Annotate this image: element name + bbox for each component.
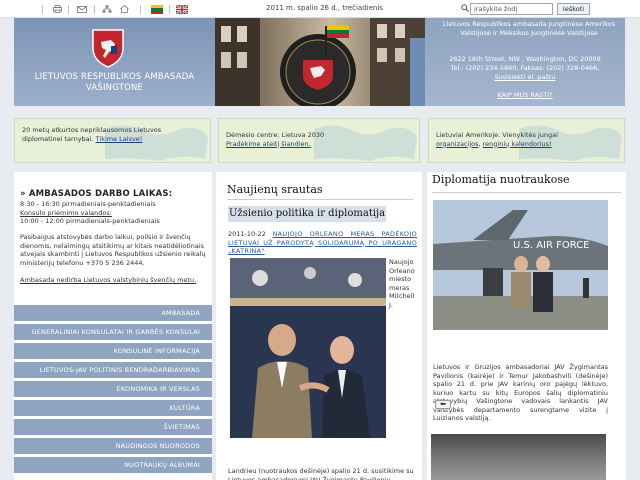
- next-photo-preview[interactable]: [431, 434, 606, 480]
- divider: [42, 5, 43, 14]
- menu-item-ambasada[interactable]: AMBASADA: [14, 305, 212, 321]
- banner-link[interactable]: Pradėkime ateitį šiandien.: [226, 140, 406, 149]
- search-button[interactable]: Ieškoti: [557, 3, 590, 15]
- emergency-info: Pasibaigus atstovybės darbo laikui, poil…: [20, 233, 206, 267]
- sitemap-icon[interactable]: [102, 4, 112, 14]
- phone-line: Tel.: (202) 234-5860, Faksas: (202) 328-…: [450, 64, 600, 72]
- search-input[interactable]: [470, 3, 553, 15]
- diplomacy-photo[interactable]: U.S. AIR FORCE: [433, 200, 608, 330]
- find-us-link[interactable]: KAIP MUS RASTI?: [425, 91, 625, 99]
- news-photo-caption: Naujojo Orleano miesto meras Mitchell J.: [389, 258, 415, 309]
- print-icon[interactable]: [52, 4, 62, 14]
- news-section-title[interactable]: Užsienio politika ir diplomatija: [228, 206, 386, 222]
- header: LIETUVOS RESPUBLIKOS AMBASADA VAŠINGTONE…: [14, 18, 625, 106]
- banner-link[interactable]: Tikime Laisve!: [96, 135, 143, 143]
- aircraft-marking: U.S. AIR FORCE: [513, 240, 590, 251]
- photo-caption: Lietuvos ir Gruzijos ambasadoriai JAV Žy…: [433, 363, 608, 422]
- menu-item-economy[interactable]: EKONOMIKA IR VERSLAS: [14, 381, 212, 397]
- news-photo[interactable]: [230, 258, 386, 438]
- banner-text: Dėmesio centre: Lietuva 2030: [226, 131, 325, 139]
- office-hours-line: 8:30 - 16:30 pirmadieniais-penktadieniai…: [20, 200, 156, 208]
- menu-item-photo-albums[interactable]: NUOTRAUKŲ ALBUMAI: [14, 457, 212, 473]
- embassy-full-title: Lietuvos Respublikos ambasada Jungtinėse…: [442, 20, 616, 37]
- embassy-logo-area[interactable]: LIETUVOS RESPUBLIKOS AMBASADA VAŠINGTONE: [14, 18, 215, 106]
- contact-info: Lietuvos Respublikos ambasada Jungtinėse…: [425, 18, 625, 106]
- top-bar: 2011 m. spalio 26 d., trečiadienis Ieško…: [0, 0, 640, 18]
- news-headline: 2011-10-22 NAUJOJO ORLEANO MERAS PADĖKOJ…: [228, 230, 417, 256]
- divider: [169, 5, 170, 14]
- banner-lithuanians-in-america[interactable]: Lietuviai Amerikoje. Vienykitės jungai or…: [428, 118, 625, 163]
- menu-item-useful-links[interactable]: NAUDINGOS NUORODOS: [14, 438, 212, 454]
- menu-item-consular-info[interactable]: KONSULINĖ INFORMACIJA: [14, 343, 212, 359]
- flag-us-icon[interactable]: [175, 4, 189, 15]
- address-line: 2622 16th Street, NW , Washington, DC 20…: [449, 55, 601, 63]
- previous-photo-button[interactable]: ⬅: [435, 400, 451, 409]
- coat-of-arms-icon: [92, 29, 124, 68]
- divider: [68, 5, 69, 14]
- divider: [227, 199, 413, 200]
- news-column: Naujienų srautas Užsienio politika ir di…: [216, 172, 422, 480]
- office-hours-title: » AMBASADOS DARBO LAIKAS:: [20, 189, 173, 199]
- menu-item-political-cooperation[interactable]: LIETUVOS-JAV POLITINIS BENDRADARBIAVIMAS: [14, 362, 212, 378]
- banner-independence[interactable]: 20 metų atkurtos nepriklausomos Lietuvos…: [14, 118, 211, 163]
- embassy-name: LIETUVOS RESPUBLIKOS AMBASADA VAŠINGTONE: [34, 72, 195, 93]
- divider: [140, 5, 141, 14]
- menu-item-education[interactable]: ŠVIETIMAS: [14, 419, 212, 435]
- office-hours-heading: AMBASADOS DARBO LAIKAS:: [28, 189, 173, 199]
- news-body: Landrieu (nuotraukos dešinėje) spalio 21…: [228, 467, 414, 480]
- search-icon: [461, 4, 469, 12]
- contact-email-link[interactable]: Susisiekti el. paštu: [429, 73, 621, 82]
- divider: [432, 192, 621, 193]
- consul-hours-title[interactable]: Konsulo priėmimo valandos:: [20, 209, 112, 217]
- address: 2622 16th Street, NW , Washington, DC 20…: [429, 55, 621, 82]
- holiday-note-link[interactable]: Ambasada nedirba Lietuvos valstybinių šv…: [20, 276, 210, 285]
- mail-icon[interactable]: [77, 4, 87, 14]
- organizations-link[interactable]: organizacijos: [436, 140, 479, 148]
- current-date: 2011 m. spalio 26 d., trečiadienis: [266, 4, 383, 12]
- photo-column: Diplomatija nuotraukose U.S. AIR FORCE L…: [427, 172, 626, 480]
- divider: [94, 5, 95, 14]
- events-calendar-link[interactable]: renginių kalendorius!: [483, 140, 552, 148]
- news-date: 2011-10-22: [228, 230, 266, 238]
- banner-lithuania-2030[interactable]: Dėmesio centre: Lietuva 2030 Pradėkime at…: [218, 118, 420, 163]
- menu-item-culture[interactable]: KULTŪRA: [14, 400, 212, 416]
- embassy-building-photo: [215, 18, 425, 106]
- photo-section-title: Diplomatija nuotraukose: [432, 173, 570, 186]
- news-feed-title: Naujienų srautas: [227, 183, 323, 196]
- home-icon[interactable]: [119, 4, 129, 14]
- flag-lt-icon[interactable]: [151, 5, 163, 14]
- consul-hours-line: 10:00 - 12:00 pirmadieniais-penktadienia…: [20, 217, 160, 225]
- menu-item-consulates[interactable]: GENERALINIAI KONSULATAI IR GARBĖS KONSUL…: [14, 324, 212, 340]
- banner-text: Lietuviai Amerikoje. Vienykitės jungai: [436, 131, 558, 139]
